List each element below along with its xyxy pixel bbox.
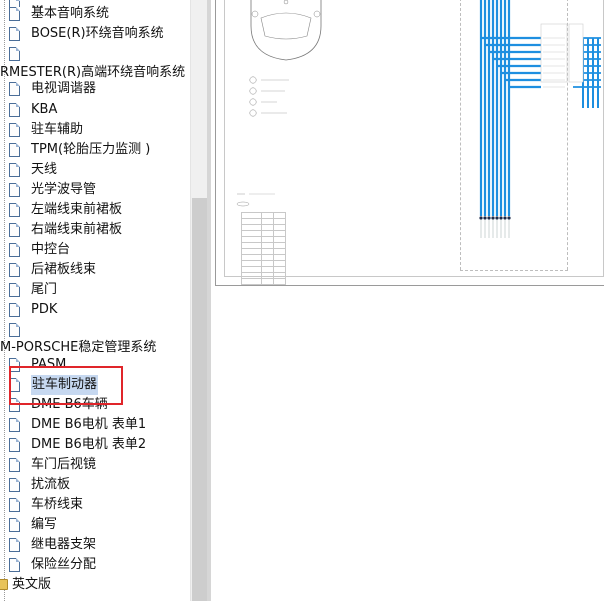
wire-terminal — [495, 216, 499, 220]
document-icon — [9, 123, 20, 137]
tree-item-label: 中控台 — [31, 242, 71, 257]
tree-item-label: 尾门 — [31, 282, 58, 297]
table-cell — [241, 278, 262, 285]
tree-item-label: 天线 — [31, 162, 58, 177]
tree-item-label: BOSE(R)环绕音响系统 — [31, 26, 164, 41]
table-row — [241, 278, 286, 285]
document-icon — [9, 103, 20, 117]
document-icon — [9, 7, 20, 21]
legend-symbol-icon — [236, 193, 275, 207]
tree-item-label: 编写 — [31, 517, 58, 532]
document-icon — [9, 47, 20, 61]
wire-terminal — [479, 216, 483, 220]
wire-terminal — [499, 216, 503, 220]
connector-block — [540, 23, 568, 83]
tree-item-label: 光学波导管 — [31, 182, 97, 197]
tree-item-label: 继电器支架 — [31, 537, 97, 552]
tree-item-label: 后裙板线束 — [31, 262, 97, 277]
document-icon — [9, 27, 20, 41]
tree-item-label: M-PORSCHE稳定管理系统 — [0, 340, 157, 355]
document-icon — [9, 223, 20, 237]
tree-scrollbar[interactable] — [190, 0, 207, 601]
wire-terminal — [487, 216, 491, 220]
document-icon — [9, 558, 20, 572]
car-top-view-icon — [250, 0, 322, 61]
tree-view[interactable]: … 基本音响系统 BOSE(R)环绕音响系统 RMESTER(R)高端环绕音响系统电… — [0, 0, 190, 601]
wire-terminal — [491, 216, 495, 220]
document-icon — [9, 82, 20, 96]
diagram-divider — [460, 270, 568, 271]
document-icon — [9, 283, 20, 297]
tree-item-label: PDK — [31, 302, 58, 317]
document-icon — [9, 163, 20, 177]
document-icon — [9, 263, 20, 277]
tree-item-label: 基本音响系统 — [31, 6, 110, 21]
tree-item-label: 扰流板 — [31, 477, 71, 492]
document-icon — [9, 418, 20, 432]
tree-scrollbar-thumb[interactable] — [192, 198, 207, 601]
wire-terminal — [503, 216, 507, 220]
table-cell — [261, 278, 274, 285]
tree-item-label: 保险丝分配 — [31, 557, 97, 572]
tree-item-label: 车桥线束 — [31, 497, 84, 512]
table-cell — [273, 278, 286, 285]
document-icon — [9, 458, 20, 472]
document-icon — [9, 323, 20, 337]
tree-connector — [4, 0, 5, 601]
document-icon — [9, 243, 20, 257]
tree-item-label: 车门后视镜 — [31, 457, 97, 472]
legend-markers — [249, 76, 289, 117]
tree-item-label: 英文版 — [12, 577, 52, 592]
tree-item-label: 左端线束前裙板 — [31, 202, 123, 217]
tree-item-label: 右端线束前裙板 — [31, 222, 123, 237]
connector-block — [568, 23, 584, 83]
document-icon — [9, 518, 20, 532]
tree-item-label: KBA — [31, 102, 58, 117]
document-icon — [9, 478, 20, 492]
selection-highlight-box — [9, 366, 123, 405]
wire-color-table — [241, 212, 286, 285]
wire-terminal — [507, 216, 511, 220]
document-icon — [9, 303, 20, 317]
folder-icon — [0, 579, 8, 590]
tree-item-label: DME B6电机 表单2 — [31, 437, 147, 452]
document-icon — [9, 538, 20, 552]
document-icon — [9, 183, 20, 197]
wiring-diagram-page — [215, 0, 604, 286]
document-icon — [9, 438, 20, 452]
document-icon — [9, 203, 20, 217]
document-icon — [9, 143, 20, 157]
tree-item-label: TPM(轮胎压力监测 ) — [31, 142, 151, 157]
document-viewer[interactable] — [211, 0, 604, 601]
wire-terminal — [483, 216, 487, 220]
wiring-harness — [479, 0, 601, 238]
tree-item-label: 驻车辅助 — [31, 122, 84, 137]
tree-item-label: 电视调谐器 — [31, 81, 97, 96]
document-icon — [9, 498, 20, 512]
diagram-frame — [224, 0, 604, 285]
tree-item-label: DME B6电机 表单1 — [31, 417, 147, 432]
